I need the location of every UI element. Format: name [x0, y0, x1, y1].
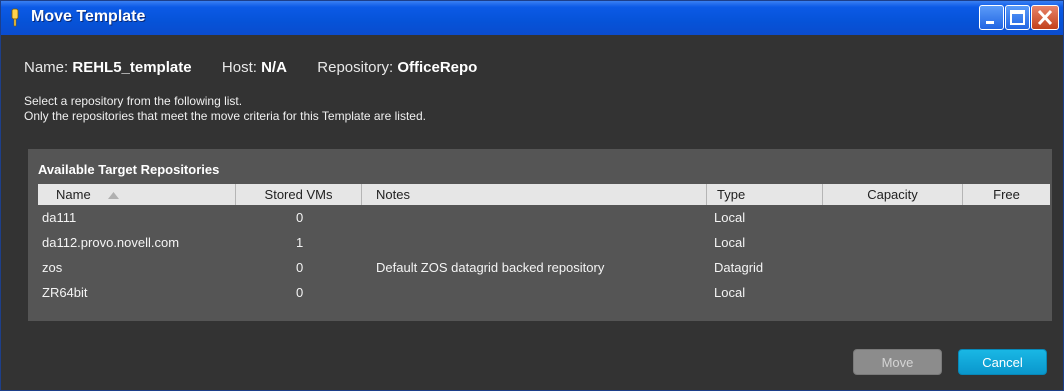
maximize-icon	[1010, 10, 1025, 25]
table-row[interactable]: zos 0 Default ZOS datagrid backed reposi…	[38, 255, 1050, 280]
maximize-button[interactable]	[1005, 5, 1030, 30]
column-header-type[interactable]: Type	[707, 184, 823, 205]
title-bar[interactable]: Move Template	[1, 1, 1063, 35]
column-header-stored-vms[interactable]: Stored VMs	[236, 184, 362, 205]
move-template-dialog: Move Template Name: REHL5_template Host:…	[0, 0, 1064, 391]
instruction-line-2: Only the repositories that meet the move…	[24, 109, 426, 123]
window-title: Move Template	[31, 8, 146, 25]
repository-label: Repository:	[317, 59, 394, 76]
cancel-button[interactable]: Cancel	[958, 349, 1047, 375]
cell-name: da111	[42, 210, 77, 225]
table-row[interactable]: da111 0 Local	[38, 205, 1050, 230]
minimize-icon	[986, 21, 994, 24]
cell-name: da112.provo.novell.com	[42, 235, 180, 250]
name-value: REHL5_template	[72, 59, 192, 76]
cell-name: zos	[42, 260, 63, 275]
cell-name: ZR64bit	[42, 285, 88, 300]
cell-stored-vms: 0	[296, 260, 304, 275]
cell-type: Local	[714, 210, 746, 225]
table-row[interactable]: da112.provo.novell.com 1 Local	[38, 230, 1050, 255]
column-header-capacity[interactable]: Capacity	[823, 184, 963, 205]
template-icon	[11, 8, 19, 27]
sort-ascending-icon	[108, 192, 120, 200]
host-label: Host:	[221, 59, 257, 76]
cell-stored-vms: 1	[296, 235, 304, 250]
close-button[interactable]	[1031, 5, 1059, 30]
cell-type: Local	[714, 285, 746, 300]
cell-type: Datagrid	[714, 260, 764, 275]
table-row[interactable]: ZR64bit 0 Local	[38, 280, 1050, 305]
host-value: N/A	[261, 59, 287, 76]
cell-stored-vms: 0	[296, 210, 304, 225]
table-header: Name Stored VMs Notes Type Capacity Free	[38, 184, 1050, 205]
close-icon	[1037, 9, 1053, 26]
cell-stored-vms: 0	[296, 285, 304, 300]
move-button[interactable]: Move	[853, 349, 942, 375]
panel-title: Available Target Repositories	[38, 162, 220, 177]
cell-notes: Default ZOS datagrid backed repository	[376, 260, 605, 275]
column-header-free[interactable]: Free	[963, 184, 1050, 205]
name-label: Name:	[24, 59, 69, 76]
repositories-panel: Available Target Repositories Name Store…	[28, 149, 1052, 321]
template-info: Name: REHL5_template Host: N/A Repositor…	[24, 59, 477, 76]
cell-type: Local	[714, 235, 746, 250]
minimize-button[interactable]	[979, 5, 1004, 30]
instruction-line-1: Select a repository from the following l…	[24, 94, 243, 108]
column-header-name[interactable]: Name	[38, 184, 236, 205]
column-header-notes[interactable]: Notes	[362, 184, 707, 205]
repository-value: OfficeRepo	[397, 59, 478, 76]
